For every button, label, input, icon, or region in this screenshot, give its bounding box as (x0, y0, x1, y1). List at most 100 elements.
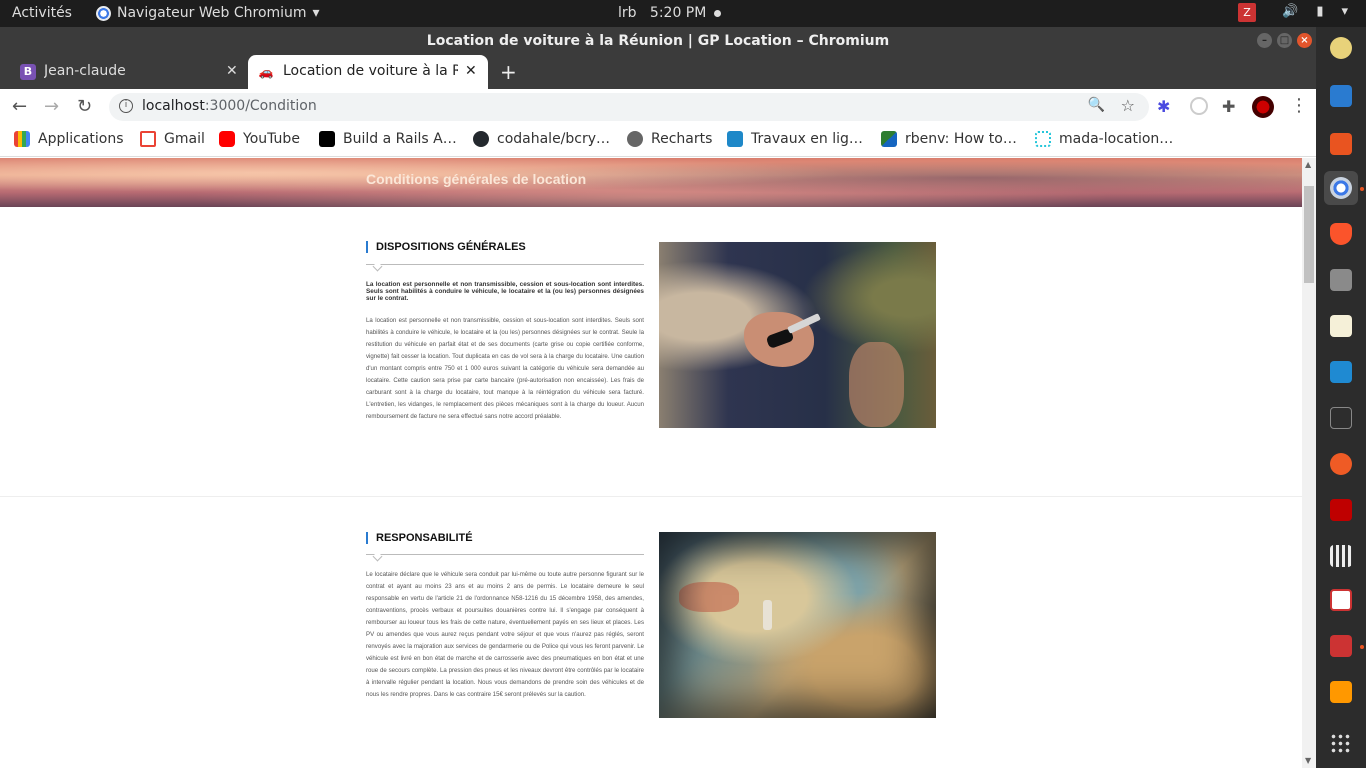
bookmark-rbenv[interactable]: rbenv: How to… (881, 131, 1017, 147)
tab-location[interactable]: 🚗 Location de voiture à la Ré ✕ (248, 55, 488, 89)
heading-divider (366, 264, 644, 265)
text-editor-icon (1330, 315, 1352, 337)
reload-button[interactable]: ↻ (77, 96, 92, 117)
tray-app-icon[interactable]: Z (1238, 3, 1256, 22)
dock-text-editor[interactable] (1324, 309, 1358, 343)
extensions-menu-icon[interactable]: ✚ (1222, 97, 1240, 116)
bookmark-applications[interactable]: Applications (14, 131, 124, 147)
bookmark-recharts[interactable]: Recharts (627, 131, 712, 147)
bookmark-star-icon[interactable]: ☆ (1121, 96, 1135, 115)
postman-icon (1330, 453, 1352, 475)
chromium-icon (96, 5, 111, 21)
forward-button[interactable]: → (44, 96, 59, 117)
window-title: Location de voiture à la Réunion | GP Lo… (426, 33, 890, 49)
dock-terminal[interactable] (1324, 401, 1358, 435)
browser-menu-icon[interactable]: ⋮ (1290, 95, 1308, 116)
bookmark-rails[interactable]: Build a Rails A… (319, 131, 457, 147)
section-heading: RESPONSABILITÉ (366, 532, 473, 544)
url-text[interactable]: localhost:3000/Condition (142, 98, 317, 114)
bookmark-label: rbenv: How to… (905, 131, 1017, 147)
world-map-photo (659, 532, 936, 718)
close-window-button[interactable]: × (1297, 33, 1312, 48)
dock-vscode[interactable] (1324, 355, 1358, 389)
scroll-down-icon[interactable]: ▼ (1305, 756, 1311, 765)
close-tab-icon[interactable]: ✕ (465, 63, 477, 79)
back-button[interactable]: ← (12, 96, 27, 117)
maximize-button[interactable]: □ (1277, 33, 1292, 48)
bookmark-youtube[interactable]: YouTube (219, 131, 300, 147)
bookmark-label: mada-location… (1059, 131, 1174, 147)
extension-icon[interactable] (1190, 97, 1208, 115)
dotted-square-icon (1035, 131, 1051, 147)
dock-software[interactable] (1324, 127, 1358, 161)
dock-chromium[interactable] (1324, 171, 1358, 205)
minimize-button[interactable]: – (1257, 33, 1272, 48)
clock[interactable]: lrb 5:20 PM (618, 5, 721, 21)
terminal-icon (1330, 407, 1352, 429)
bookmark-label: Gmail (164, 131, 205, 147)
extension-puzzle-icon[interactable]: ✱ (1157, 97, 1175, 116)
profile-avatar[interactable] (1252, 96, 1274, 118)
page-scrollbar[interactable]: ▲ ▼ (1302, 158, 1316, 768)
section-lead: La location est personnelle et non trans… (366, 281, 644, 302)
bookmark-gmail[interactable]: Gmail (140, 131, 205, 147)
gmail-icon (140, 131, 156, 147)
scrollbar-thumb[interactable] (1304, 186, 1314, 283)
bookmark-label: Recharts (651, 131, 713, 147)
tab-jean-claude[interactable]: B Jean-claude ✕ (0, 55, 246, 89)
dock-postman[interactable] (1324, 447, 1358, 481)
chevron-down-icon: ▾ (312, 5, 320, 21)
clock-time: 5:20 PM (649, 5, 707, 21)
new-tab-button[interactable]: + (500, 60, 517, 84)
chevron-down-icon[interactable]: ▾ (1341, 4, 1348, 19)
car-keys-photo (659, 242, 936, 428)
site-info-icon[interactable]: i (119, 99, 133, 113)
dock-zotero[interactable] (1324, 629, 1358, 663)
rbenv-icon (881, 131, 897, 147)
close-tab-icon[interactable]: ✕ (226, 63, 238, 79)
dock-filezilla[interactable] (1324, 493, 1358, 527)
bookmark-label: Applications (38, 131, 124, 147)
app-menu-label: Navigateur Web Chromium (117, 5, 307, 21)
scroll-up-icon[interactable]: ▲ (1305, 160, 1311, 169)
bookmark-label: Build a Rails A… (343, 131, 457, 147)
software-store-icon (1330, 133, 1352, 155)
dock-app-red[interactable] (1324, 583, 1358, 617)
tab-label: Jean-claude (44, 63, 126, 79)
section-responsabilite: RESPONSABILITÉ Le locataire déclare que … (0, 498, 1302, 768)
car-icon: 🚗 (258, 65, 274, 79)
dock-brave[interactable] (1324, 217, 1358, 251)
section-dispositions: DISPOSITIONS GÉNÉRALES La location est p… (0, 207, 1302, 497)
notification-dot-icon (713, 10, 721, 17)
dock-files[interactable] (1324, 263, 1358, 297)
zotero-icon (1330, 635, 1352, 657)
volume-icon[interactable]: 🔊 (1282, 4, 1298, 19)
medium-icon (319, 131, 335, 147)
activities-button[interactable]: Activités (12, 5, 72, 21)
bookmark-bcrypt[interactable]: codahale/bcry… (473, 131, 610, 147)
dock-sublime[interactable] (1324, 675, 1358, 709)
dock-camera-app[interactable] (1324, 31, 1358, 65)
brave-icon (1330, 223, 1352, 245)
vscode-icon (1330, 361, 1352, 383)
clock-user: lrb (618, 5, 637, 21)
tab-label: Location de voiture à la Ré (283, 63, 458, 79)
photo-vignette (659, 532, 936, 718)
tab-strip: B Jean-claude ✕ 🚗 Location de voiture à … (0, 55, 1316, 89)
battery-icon[interactable]: ▮ (1316, 4, 1323, 19)
page-viewport: Conditions générales de location DISPOSI… (0, 158, 1302, 768)
running-indicator-icon (1360, 645, 1364, 649)
zoom-icon[interactable]: 🔍 (1088, 97, 1105, 113)
dock-video-editor[interactable] (1324, 539, 1358, 573)
bookmark-label: codahale/bcry… (497, 131, 611, 147)
page-title: Conditions générales de location (366, 171, 587, 187)
dock-writer[interactable] (1324, 79, 1358, 113)
bookmark-travaux[interactable]: Travaux en lig… (727, 131, 863, 147)
show-applications-button[interactable] (1324, 727, 1358, 761)
bookmark-mada[interactable]: mada-location… (1035, 131, 1173, 147)
system-tray[interactable]: 🔊 ▮ ▾ (1282, 4, 1348, 19)
address-bar[interactable]: i localhost:3000/Condition 🔍 ☆ (109, 93, 1149, 121)
app-menu[interactable]: Navigateur Web Chromium ▾ (96, 5, 320, 21)
bookmark-label: Travaux en lig… (751, 131, 863, 147)
webcam-icon (1330, 37, 1352, 59)
